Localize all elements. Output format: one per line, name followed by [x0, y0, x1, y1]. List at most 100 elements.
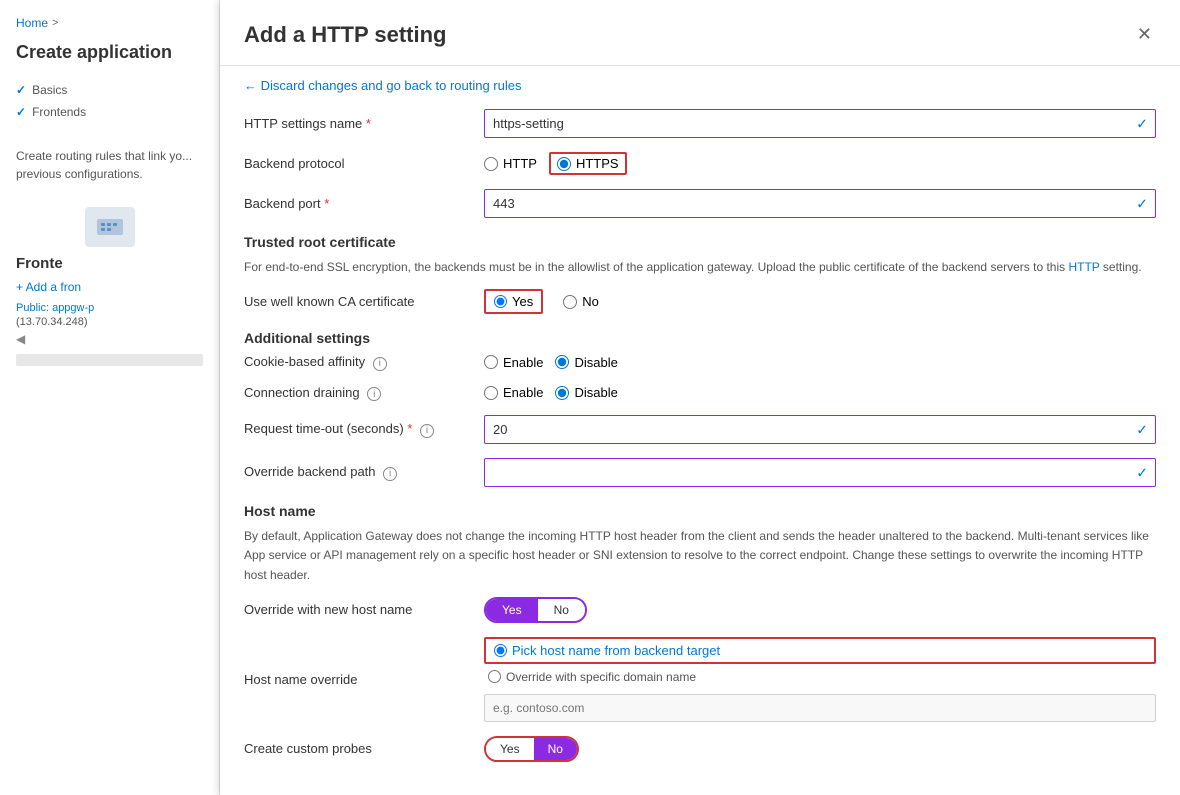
backend-protocol-radio-group: HTTP HTTPS — [484, 152, 1156, 175]
pick-backend-label: Pick host name from backend target — [512, 643, 720, 658]
override-domain-option[interactable]: Override with specific domain name — [488, 670, 1156, 684]
cookie-disable-option[interactable]: Disable — [555, 355, 617, 370]
breadcrumb: Home > — [0, 16, 219, 42]
probes-toggle-group: Yes No — [484, 736, 579, 762]
override-path-info-icon[interactable]: i — [383, 467, 397, 481]
override-toggle-group: Yes No — [484, 597, 587, 623]
ca-no-option[interactable]: No — [563, 294, 599, 309]
override-no-btn[interactable]: No — [538, 599, 585, 621]
hostname-override-control: Pick host name from backend target Overr… — [484, 637, 1156, 722]
frontend-title: Fronte — [0, 255, 219, 280]
backend-port-input[interactable] — [484, 189, 1156, 218]
request-timeout-info-icon[interactable]: i — [420, 424, 434, 438]
ca-yes-label: Yes — [512, 294, 533, 309]
hostname-desc: By default, Application Gateway does not… — [244, 527, 1156, 585]
ca-yes-radio[interactable] — [494, 295, 507, 308]
cookie-disable-label: Disable — [574, 355, 617, 370]
protocol-http-option[interactable]: HTTP — [484, 156, 537, 171]
backend-port-row: Backend port * ✓ — [244, 189, 1156, 218]
trusted-cert-heading: Trusted root certificate — [244, 234, 1156, 250]
pick-backend-radio[interactable] — [494, 644, 507, 657]
request-timeout-input[interactable] — [484, 415, 1156, 444]
custom-probes-label: Create custom probes — [244, 741, 484, 756]
draining-enable-option[interactable]: Enable — [484, 385, 543, 400]
override-backend-path-control: ✓ — [484, 458, 1156, 487]
back-link[interactable]: ← Discard changes and go back to routing… — [220, 66, 1180, 109]
probes-yes-btn[interactable]: Yes — [486, 738, 534, 760]
custom-probes-row: Create custom probes Yes No — [244, 736, 1156, 762]
cookie-affinity-control: Enable Disable — [484, 355, 1156, 370]
request-timeout-control: ✓ — [484, 415, 1156, 444]
backend-port-label: Backend port * — [244, 196, 484, 211]
trusted-cert-desc: For end-to-end SSL encryption, the backe… — [244, 258, 1156, 277]
panel-body: HTTP settings name * ✓ Backend protocol … — [220, 109, 1180, 795]
http-link[interactable]: HTTP — [1068, 260, 1099, 274]
request-timeout-row: Request time-out (seconds) * i ✓ — [244, 415, 1156, 444]
nav-step-frontends: ✓ Frontends — [16, 101, 203, 123]
connection-draining-label: Connection draining i — [244, 385, 484, 402]
backend-protocol-row: Backend protocol HTTP HTTPS — [244, 152, 1156, 175]
override-hostname-label: Override with new host name — [244, 602, 484, 617]
hostname-override-row: Host name override Pick host name from b… — [244, 637, 1156, 722]
connection-draining-info-icon[interactable]: i — [367, 387, 381, 401]
breadcrumb-home[interactable]: Home — [16, 16, 48, 30]
sidebar-icon-area — [0, 207, 219, 247]
backend-port-control: ✓ — [484, 189, 1156, 218]
nav-step-basics: ✓ Basics — [16, 79, 203, 101]
ca-no-label: No — [582, 294, 599, 309]
override-hostname-control: Yes No — [484, 597, 1156, 623]
ip-info: (13.70.34.248) — [0, 316, 219, 328]
cookie-enable-label: Enable — [503, 355, 543, 370]
ca-cert-control: Yes No — [484, 289, 1156, 314]
cookie-enable-option[interactable]: Enable — [484, 355, 543, 370]
draining-enable-radio[interactable] — [484, 386, 498, 400]
protocol-http-radio[interactable] — [484, 157, 498, 171]
override-hostname-row: Override with new host name Yes No — [244, 597, 1156, 623]
draining-disable-option[interactable]: Disable — [555, 385, 617, 400]
override-domain-radio[interactable] — [488, 670, 501, 683]
required-asterisk: * — [366, 116, 371, 131]
draining-enable-label: Enable — [503, 385, 543, 400]
sidebar-desc: Create routing rules that link yo...prev… — [0, 139, 219, 191]
cookie-affinity-info-icon[interactable]: i — [373, 357, 387, 371]
add-frontend-link[interactable]: + Add a fron — [0, 280, 219, 294]
probes-no-btn[interactable]: No — [534, 738, 577, 760]
http-settings-name-control: ✓ — [484, 109, 1156, 138]
backend-protocol-label: Backend protocol — [244, 156, 484, 171]
nav-step-frontends-label: Frontends — [32, 105, 86, 119]
http-settings-name-input[interactable] — [484, 109, 1156, 138]
override-domain-label: Override with specific domain name — [506, 670, 696, 684]
scroll-arrow: ◀ — [0, 328, 219, 350]
cookie-disable-radio[interactable] — [555, 355, 569, 369]
protocol-https-option[interactable]: HTTPS — [549, 152, 627, 175]
sidebar: Home > Create application ✓ Basics ✓ Fro… — [0, 0, 220, 795]
connection-draining-row: Connection draining i Enable Disable — [244, 385, 1156, 402]
ca-cert-row: Use well known CA certificate Yes No — [244, 289, 1156, 314]
override-yes-btn[interactable]: Yes — [486, 599, 538, 621]
cookie-affinity-row: Cookie-based affinity i Enable Disable — [244, 354, 1156, 371]
override-backend-path-label: Override backend path i — [244, 464, 484, 481]
ca-yes-highlighted: Yes — [484, 289, 543, 314]
http-settings-name-row: HTTP settings name * ✓ — [244, 109, 1156, 138]
cookie-enable-radio[interactable] — [484, 355, 498, 369]
draining-disable-label: Disable — [574, 385, 617, 400]
override-backend-path-input[interactable] — [484, 458, 1156, 487]
protocol-https-radio[interactable] — [557, 157, 571, 171]
nav-step-basics-label: Basics — [32, 83, 67, 97]
close-button[interactable]: ✕ — [1133, 20, 1156, 49]
override-toggle-row: Yes No — [484, 597, 1156, 623]
panel-title: Add a HTTP setting — [244, 22, 447, 48]
override-backend-path-row: Override backend path i ✓ — [244, 458, 1156, 487]
domain-input[interactable] — [484, 694, 1156, 722]
sidebar-icon — [85, 207, 135, 247]
pick-backend-option[interactable]: Pick host name from backend target — [484, 637, 1156, 664]
breadcrumb-separator: > — [52, 17, 58, 29]
override-path-check-icon: ✓ — [1136, 464, 1148, 481]
ca-no-radio[interactable] — [563, 295, 577, 309]
hostname-section-heading: Host name — [244, 503, 1156, 519]
page-title: Create application — [0, 42, 219, 79]
request-timeout-label: Request time-out (seconds) * i — [244, 421, 484, 438]
http-setting-panel: Add a HTTP setting ✕ ← Discard changes a… — [220, 0, 1180, 795]
override-hostname-group: Yes No — [484, 597, 1156, 623]
draining-disable-radio[interactable] — [555, 386, 569, 400]
